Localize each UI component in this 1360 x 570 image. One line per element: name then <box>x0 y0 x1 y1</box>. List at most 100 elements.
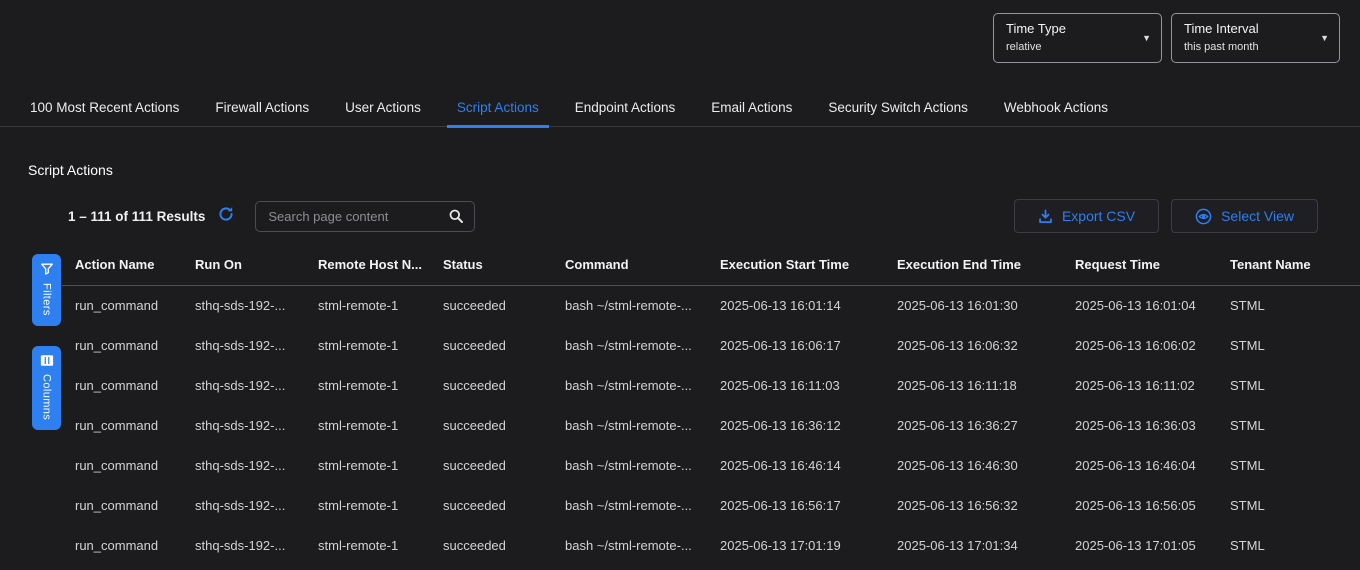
tab-email-actions[interactable]: Email Actions <box>701 88 802 128</box>
table-cell: sthq-sds-192-... <box>195 525 318 565</box>
table-cell: bash ~/stml-remote-... <box>565 325 720 365</box>
table-cell: STML <box>1230 485 1360 525</box>
tab-bar: 100 Most Recent Actions Firewall Actions U… <box>0 88 1360 127</box>
eye-icon <box>1195 208 1212 225</box>
table-cell: stml-remote-1 <box>318 365 443 405</box>
table-cell: 2025-06-13 16:01:14 <box>720 285 897 325</box>
column-header-tenant-name[interactable]: Tenant Name <box>1230 245 1360 285</box>
table-cell: 2025-06-13 16:46:30 <box>897 445 1075 485</box>
table-cell: run_command <box>62 485 195 525</box>
filters-button[interactable]: Filters <box>32 254 61 326</box>
table-cell: sthq-sds-192-... <box>195 325 318 365</box>
table-cell: 2025-06-13 16:01:30 <box>897 285 1075 325</box>
table-cell: bash ~/stml-remote-... <box>565 525 720 565</box>
table-cell: succeeded <box>443 405 565 445</box>
time-interval-dropdown[interactable]: Time Interval this past month ▼ <box>1171 13 1340 63</box>
table-cell: STML <box>1230 405 1360 445</box>
table-cell: 2025-06-13 16:06:02 <box>1075 325 1230 365</box>
table-cell: 2025-06-13 16:56:32 <box>897 485 1075 525</box>
column-header-status[interactable]: Status <box>443 245 565 285</box>
column-header-execution-end-time[interactable]: Execution End Time <box>897 245 1075 285</box>
table-cell: bash ~/stml-remote-... <box>565 445 720 485</box>
column-header-execution-start-time[interactable]: Execution Start Time <box>720 245 897 285</box>
tab-webhook-actions[interactable]: Webhook Actions <box>994 88 1118 128</box>
tab-user-actions[interactable]: User Actions <box>335 88 431 128</box>
columns-button[interactable]: Columns <box>32 346 61 430</box>
table-cell: bash ~/stml-remote-... <box>565 285 720 325</box>
table-row[interactable]: run_commandsthq-sds-192-...stml-remote-1… <box>62 365 1360 405</box>
tab-security-switch-actions[interactable]: Security Switch Actions <box>818 88 978 128</box>
table-cell: 2025-06-13 16:06:32 <box>897 325 1075 365</box>
table-cell: 2025-06-13 16:06:17 <box>720 325 897 365</box>
table-cell: succeeded <box>443 325 565 365</box>
table-cell: bash ~/stml-remote-... <box>565 485 720 525</box>
tab-100-most-recent-actions[interactable]: 100 Most Recent Actions <box>20 88 189 128</box>
table-cell: run_command <box>62 405 195 445</box>
table-cell: succeeded <box>443 485 565 525</box>
table-row[interactable]: run_commandsthq-sds-192-...stml-remote-1… <box>62 445 1360 485</box>
tab-firewall-actions[interactable]: Firewall Actions <box>205 88 319 128</box>
tab-endpoint-actions[interactable]: Endpoint Actions <box>565 88 686 128</box>
table-cell: run_command <box>62 525 195 565</box>
chevron-down-icon: ▼ <box>1142 33 1151 43</box>
table-cell: run_command <box>62 285 195 325</box>
search-icon[interactable] <box>448 208 464 224</box>
table-cell: bash ~/stml-remote-... <box>565 405 720 445</box>
table-row[interactable]: run_commandsthq-sds-192-...stml-remote-1… <box>62 405 1360 445</box>
table-cell: STML <box>1230 445 1360 485</box>
table-cell: succeeded <box>443 445 565 485</box>
table-cell: stml-remote-1 <box>318 405 443 445</box>
search-input[interactable] <box>266 208 448 225</box>
time-type-value: relative <box>1006 41 1133 53</box>
table-cell: 2025-06-13 17:01:05 <box>1075 525 1230 565</box>
table-cell: 2025-06-13 16:56:17 <box>720 485 897 525</box>
table-cell: sthq-sds-192-... <box>195 445 318 485</box>
chevron-down-icon: ▼ <box>1320 33 1329 43</box>
table-cell: succeeded <box>443 365 565 405</box>
table-cell: 2025-06-13 16:46:14 <box>720 445 897 485</box>
refresh-button[interactable] <box>218 206 234 227</box>
table-cell: 2025-06-13 16:36:27 <box>897 405 1075 445</box>
column-header-run-on[interactable]: Run On <box>195 245 318 285</box>
table-cell: succeeded <box>443 285 565 325</box>
column-header-command[interactable]: Command <box>565 245 720 285</box>
table-cell: 2025-06-13 16:11:03 <box>720 365 897 405</box>
table-row[interactable]: run_commandsthq-sds-192-...stml-remote-1… <box>62 485 1360 525</box>
toolbar: 1 – 111 of 111 Results Export CSV <box>68 199 1318 233</box>
table-row[interactable]: run_commandsthq-sds-192-...stml-remote-1… <box>62 285 1360 325</box>
export-csv-label: Export CSV <box>1062 208 1135 224</box>
table-body: run_commandsthq-sds-192-...stml-remote-1… <box>62 285 1360 565</box>
table-cell: STML <box>1230 365 1360 405</box>
time-controls: Time Type relative ▼ Time Interval this … <box>993 13 1340 63</box>
table-header-row: Action NameRun OnRemote Host N...StatusC… <box>62 245 1360 285</box>
column-header-action-name[interactable]: Action Name <box>62 245 195 285</box>
table-cell: 2025-06-13 17:01:19 <box>720 525 897 565</box>
table-cell: 2025-06-13 17:01:34 <box>897 525 1075 565</box>
page-title: Script Actions <box>28 162 1360 178</box>
table-cell: stml-remote-1 <box>318 445 443 485</box>
table-cell: run_command <box>62 365 195 405</box>
table-cell: sthq-sds-192-... <box>195 405 318 445</box>
export-csv-button[interactable]: Export CSV <box>1014 199 1159 233</box>
table-cell: stml-remote-1 <box>318 325 443 365</box>
table-cell: 2025-06-13 16:46:04 <box>1075 445 1230 485</box>
table-cell: 2025-06-13 16:01:04 <box>1075 285 1230 325</box>
table-cell: 2025-06-13 16:11:02 <box>1075 365 1230 405</box>
column-header-request-time[interactable]: Request Time <box>1075 245 1230 285</box>
table-cell: 2025-06-13 16:36:12 <box>720 405 897 445</box>
table-cell: bash ~/stml-remote-... <box>565 365 720 405</box>
select-view-label: Select View <box>1221 208 1294 224</box>
table-cell: sthq-sds-192-... <box>195 365 318 405</box>
top-bar: Time Type relative ▼ Time Interval this … <box>0 0 1360 88</box>
column-header-remote-host-n[interactable]: Remote Host N... <box>318 245 443 285</box>
table-row[interactable]: run_commandsthq-sds-192-...stml-remote-1… <box>62 525 1360 565</box>
table-row[interactable]: run_commandsthq-sds-192-...stml-remote-1… <box>62 325 1360 365</box>
tab-script-actions[interactable]: Script Actions <box>447 88 549 128</box>
columns-icon <box>40 354 54 367</box>
table-cell: succeeded <box>443 525 565 565</box>
time-type-dropdown[interactable]: Time Type relative ▼ <box>993 13 1162 63</box>
table-cell: sthq-sds-192-... <box>195 285 318 325</box>
table-cell: STML <box>1230 525 1360 565</box>
actions-table: Action NameRun OnRemote Host N...StatusC… <box>62 245 1360 565</box>
select-view-button[interactable]: Select View <box>1171 199 1318 233</box>
